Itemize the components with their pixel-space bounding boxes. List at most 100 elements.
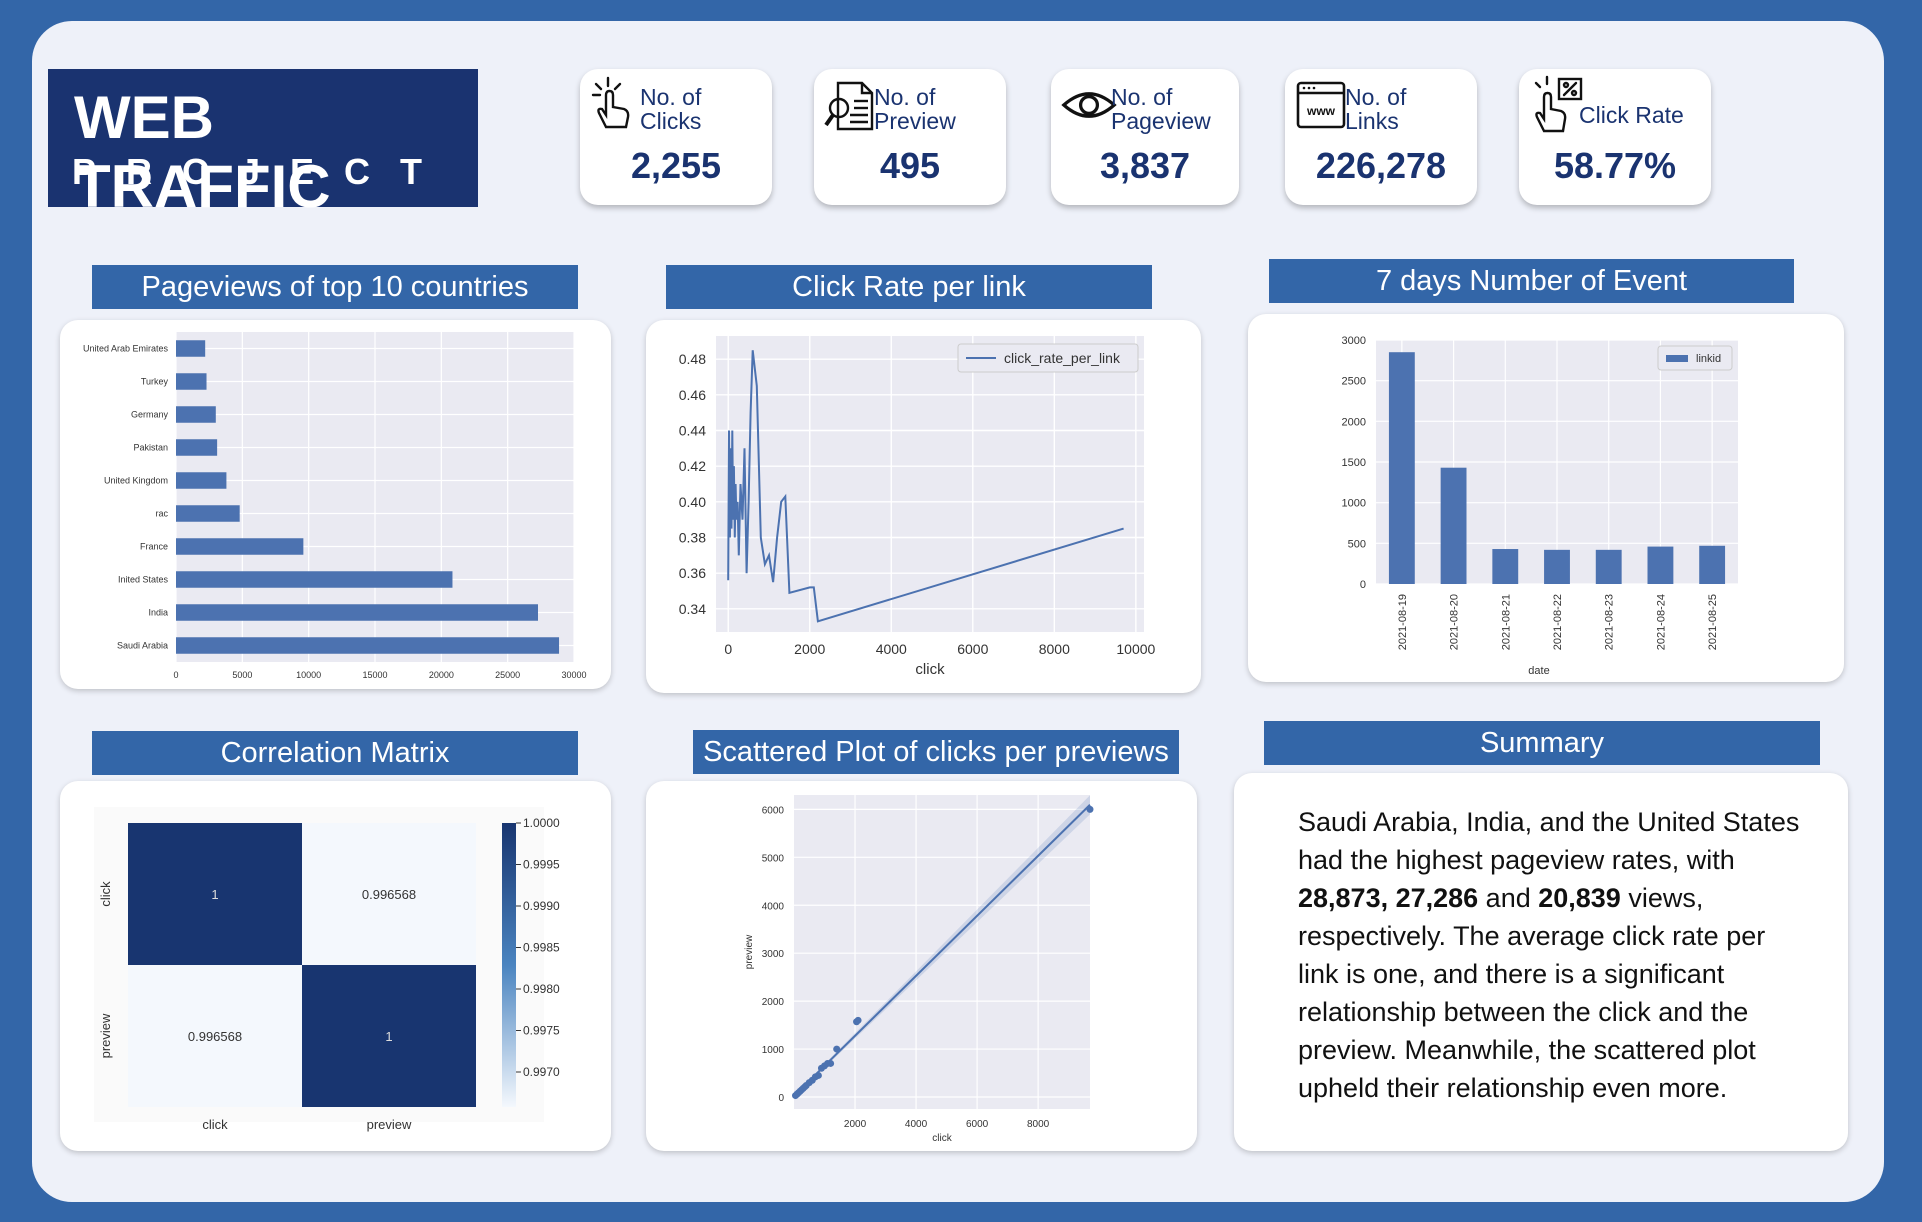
clickrate-card: 0 2000 4000 6000 8000 10000 0.34 0.36 0.38 0.40 0.… xyxy=(646,320,1201,693)
events-panel-title: 7 days Number of Event xyxy=(1269,259,1794,303)
heatmap-value: 0.996568 xyxy=(188,1029,242,1044)
y-tick-label: rac xyxy=(155,509,168,519)
colorbar-tick-label: 0.9980 xyxy=(523,982,560,996)
kpi-value: 226,278 xyxy=(1315,145,1447,186)
bar xyxy=(176,472,227,489)
y-tick-label: 0.36 xyxy=(679,565,706,581)
kpi-label: Click Rate xyxy=(1579,102,1684,128)
bar xyxy=(176,340,206,357)
legend-label: click_rate_per_link xyxy=(1004,350,1121,366)
y-tick-label: 0.46 xyxy=(679,387,706,403)
y-tick-label: 1000 xyxy=(762,1045,785,1056)
y-tick-label: Inited States xyxy=(118,575,169,585)
x-tick-label: 10000 xyxy=(1116,641,1155,657)
y-axis-label: preview xyxy=(744,934,755,969)
bar xyxy=(1699,545,1726,584)
bar xyxy=(1388,352,1415,584)
y-tick-label: 0.34 xyxy=(679,601,706,617)
bar xyxy=(176,571,453,588)
x-tick-label: 2021-08-21 xyxy=(1500,594,1512,650)
y-tick-label: 1000 xyxy=(1342,498,1366,510)
x-tick-label: 8000 xyxy=(1027,1119,1050,1130)
colorbar xyxy=(502,823,516,1107)
x-tick-label: 10000 xyxy=(296,670,321,680)
kpi-value: 58.77% xyxy=(1553,145,1677,186)
y-tick-label: India xyxy=(148,608,168,618)
x-tick-label: 0 xyxy=(724,641,732,657)
y-tick-label: preview xyxy=(98,1013,113,1058)
x-tick-label: 5000 xyxy=(232,670,252,680)
bar xyxy=(176,538,304,555)
correlation-heatmap: 1 0.996568 0.996568 1 click preview click previ… xyxy=(94,807,560,1132)
x-tick-label: 2000 xyxy=(794,641,825,657)
scatter-panel-title: Scattered Plot of clicks per previews xyxy=(693,730,1179,774)
bar xyxy=(176,439,218,456)
colorbar-tick-label: 1.0000 xyxy=(523,816,560,830)
x-tick-label: 6000 xyxy=(957,641,988,657)
www-browser-icon: www xyxy=(1296,81,1346,129)
y-tick-label: 2500 xyxy=(1342,376,1366,388)
scatter-plot: 2000 4000 6000 8000 0 1000 2000 3000 4000 5000 600… xyxy=(744,795,1094,1144)
y-tick-label: click xyxy=(98,881,113,907)
x-tick-label: 30000 xyxy=(561,670,586,680)
kpi-value: 2,255 xyxy=(630,145,722,186)
y-tick-label: 500 xyxy=(1348,538,1366,550)
x-tick-label: 8000 xyxy=(1039,641,1070,657)
legend-label: linkid xyxy=(1696,353,1721,365)
scatter-card: 2000 4000 6000 8000 0 1000 2000 3000 4000 5000 600… xyxy=(646,781,1197,1151)
x-axis-label: date xyxy=(1528,665,1549,677)
x-axis-label: click xyxy=(932,1133,952,1144)
bar xyxy=(176,637,560,654)
kpi-card-clicks: No. of Clicks 2,255 xyxy=(580,69,772,205)
events-bar-chart: 0 500 1000 1500 2000 2500 3000 2021-08-19 2021-0… xyxy=(1342,335,1738,677)
scatter-point xyxy=(814,1071,822,1079)
bar xyxy=(1492,549,1519,584)
y-tick-label: 1500 xyxy=(1342,457,1366,469)
y-tick-label: 3000 xyxy=(1342,335,1366,347)
y-tick-label: 6000 xyxy=(762,805,785,816)
bar xyxy=(1595,549,1622,584)
eye-icon xyxy=(1061,92,1117,118)
bar xyxy=(176,505,240,522)
y-tick-label: 0.44 xyxy=(679,423,706,439)
bar xyxy=(1544,549,1570,584)
bar xyxy=(176,604,538,621)
summary-text: Saudi Arabia, India, and the United Stat… xyxy=(1298,807,1800,1103)
y-tick-label: 0.42 xyxy=(679,458,706,474)
pointer-click-icon xyxy=(591,76,630,129)
kpi-label: No. of Pageview xyxy=(1111,84,1211,134)
colorbar-tick-label: 0.9995 xyxy=(523,858,560,872)
colorbar-tick-label: 0.9975 xyxy=(523,1024,560,1038)
y-tick-label: Pakistan xyxy=(133,443,168,453)
x-tick-label: 4000 xyxy=(876,641,907,657)
x-tick-label: 25000 xyxy=(495,670,520,680)
x-tick-label: 2021-08-23 xyxy=(1604,594,1616,650)
events-card: 0 500 1000 1500 2000 2500 3000 2021-08-19 2021-0… xyxy=(1248,314,1844,682)
x-tick-label: 2021-08-22 xyxy=(1552,594,1564,650)
x-tick-label: 0 xyxy=(173,670,178,680)
y-tick-label: United Kingdom xyxy=(104,476,168,486)
summary-panel-title: Summary xyxy=(1264,721,1820,765)
kpi-card-pageview: No. of Pageview 3,837 xyxy=(1051,69,1239,205)
x-tick-label: 4000 xyxy=(905,1119,928,1130)
scatter-point xyxy=(854,1016,862,1024)
x-tick-label: preview xyxy=(367,1117,412,1132)
y-tick-label: France xyxy=(140,542,168,552)
x-tick-label: 15000 xyxy=(362,670,387,680)
kpi-label: No. of Clicks xyxy=(640,84,702,134)
kpi-card-preview: No. of Preview 495 xyxy=(814,69,1006,205)
y-tick-label: 0 xyxy=(1360,579,1366,591)
y-tick-label: Saudi Arabia xyxy=(117,641,168,651)
bar xyxy=(176,406,216,423)
y-tick-label: 4000 xyxy=(762,901,785,912)
y-tick-label: Turkey xyxy=(141,377,169,387)
colorbar-tick-label: 0.9985 xyxy=(523,941,560,955)
bar xyxy=(1440,467,1467,584)
x-tick-label: 2000 xyxy=(844,1119,867,1130)
corr-panel-title: Correlation Matrix xyxy=(92,731,578,775)
heatmap-value: 1 xyxy=(211,887,218,902)
colorbar-tick-label: 0.9970 xyxy=(523,1065,560,1079)
y-tick-label: 0.48 xyxy=(679,351,706,367)
y-tick-label: United Arab Emirates xyxy=(83,344,169,354)
scatter-point xyxy=(833,1045,841,1053)
